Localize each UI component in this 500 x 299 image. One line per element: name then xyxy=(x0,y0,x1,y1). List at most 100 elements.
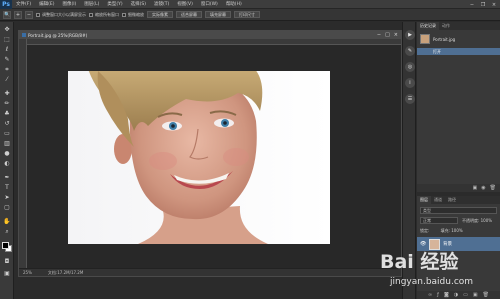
layer-filter-select[interactable]: 类型 xyxy=(420,207,497,214)
dodge-tool-icon[interactable]: ◐ xyxy=(2,160,12,168)
scrubby-zoom-checkbox[interactable]: 细微缩放 xyxy=(122,12,144,18)
actual-pixels-button[interactable]: 实际像素 xyxy=(147,11,173,18)
foreground-color-swatch[interactable] xyxy=(2,242,9,249)
shape-tool-icon[interactable]: ▢ xyxy=(2,204,12,212)
document-title: Portrait.jpg @ 25%(RGB/8#) xyxy=(28,32,88,38)
resize-windows-label: 调整窗口大小以满屏显示 xyxy=(42,11,86,17)
eraser-tool-icon[interactable]: ▭ xyxy=(2,130,12,138)
lock-label: 锁定: xyxy=(420,228,430,233)
checkbox-icon xyxy=(36,12,40,17)
snapshot-name: Portrait.jpg xyxy=(433,36,456,42)
opacity-field[interactable]: 不透明度: 100% xyxy=(462,217,497,224)
history-brush-tool-icon[interactable]: ↺ xyxy=(2,120,12,128)
eyedropper-tool-icon[interactable]: ⁄ xyxy=(2,76,12,84)
zoom-tool-icon[interactable]: 🔍 xyxy=(3,10,11,19)
maximize-icon[interactable]: □ xyxy=(385,32,390,38)
history-panel-tabs: 历史记录 动作 xyxy=(417,22,500,30)
blur-tool-icon[interactable]: ● xyxy=(2,150,12,158)
document-size: 文档:17.2M/17.2M xyxy=(47,269,84,275)
menu-layer[interactable]: 图层(L) xyxy=(80,0,103,9)
watermark-brand: Bai 经验 xyxy=(380,251,459,273)
resize-windows-checkbox[interactable]: 调整窗口大小以满屏显示 xyxy=(36,12,86,18)
info-icon[interactable]: i xyxy=(405,78,415,88)
screen-mode-icon[interactable]: ▣ xyxy=(2,270,12,278)
menu-filter[interactable]: 滤镜(T) xyxy=(150,0,173,9)
menu-bar: Ps 文件(F) 编辑(E) 图像(I) 图层(L) 类型(Y) 选择(S) 滤… xyxy=(0,0,500,9)
lasso-tool-icon[interactable]: ℓ xyxy=(2,46,12,54)
play-icon[interactable]: ▶ xyxy=(405,30,415,40)
vertical-ruler xyxy=(19,39,27,268)
tab-history[interactable]: 历史记录 xyxy=(417,22,439,30)
quick-select-tool-icon[interactable]: ✎ xyxy=(2,56,12,64)
blend-mode-select[interactable]: 正常 xyxy=(420,217,458,224)
move-tool-icon[interactable]: ✥ xyxy=(2,26,12,34)
scrubby-zoom-label: 细微缩放 xyxy=(128,11,144,17)
trash-icon[interactable]: 🗑 xyxy=(490,185,496,191)
menu-image[interactable]: 图像(I) xyxy=(58,0,80,9)
fill-field[interactable]: 填充: 100% xyxy=(441,228,463,233)
menu-window[interactable]: 窗口(W) xyxy=(197,0,222,9)
document-titlebar[interactable]: Portrait.jpg @ 25%(RGB/8#) − □ × xyxy=(19,31,401,39)
menu-help[interactable]: 帮助(H) xyxy=(222,0,246,9)
menu-type[interactable]: 类型(Y) xyxy=(103,0,126,9)
quick-mask-icon[interactable]: ◘ xyxy=(2,258,12,266)
zoom-tool-icon[interactable]: ⌕ xyxy=(2,228,12,236)
portrait-photo[interactable] xyxy=(68,71,330,244)
checkbox-icon xyxy=(89,12,93,17)
fill-screen-button[interactable]: 填充屏幕 xyxy=(205,11,231,18)
document-window-controls: − □ × xyxy=(377,32,398,38)
menu-view[interactable]: 视图(V) xyxy=(173,0,197,9)
close-button[interactable]: × xyxy=(490,2,498,8)
gradient-tool-icon[interactable]: ▥ xyxy=(2,140,12,148)
new-document-icon[interactable]: ▣ xyxy=(473,185,478,191)
healing-brush-tool-icon[interactable]: ✚ xyxy=(2,90,12,98)
snapshot-icon[interactable]: ◉ xyxy=(481,185,485,191)
snapshot-thumbnail xyxy=(420,34,430,44)
portrait-image xyxy=(68,71,330,244)
menu-edit[interactable]: 编辑(E) xyxy=(35,0,58,9)
tools-panel: ✥ ⬚ ℓ ✎ ⌗ ⁄ ✚ ✏ ♣ ↺ ▭ ▥ ● ◐ ✒ T ➤ ▢ ✋ ⌕ … xyxy=(0,22,14,299)
options-bar: 🔍 + − 调整窗口大小以满屏显示 缩放所有窗口 细微缩放 实际像素 适合屏幕 … xyxy=(0,9,500,21)
menu-file[interactable]: 文件(F) xyxy=(12,0,35,9)
photoshop-logo: Ps xyxy=(0,0,12,9)
restore-button[interactable]: ❐ xyxy=(479,2,487,8)
clone-source-icon[interactable]: ◎ xyxy=(405,62,415,72)
document-status-bar: 25% 文档:17.2M/17.2M xyxy=(19,268,401,276)
zoom-all-checkbox[interactable]: 缩放所有窗口 xyxy=(89,12,119,18)
history-step-label: 打开 xyxy=(433,48,441,54)
tab-paths[interactable]: 路径 xyxy=(445,196,459,204)
zoom-level[interactable]: 25% xyxy=(23,270,32,275)
path-select-tool-icon[interactable]: ➤ xyxy=(2,194,12,202)
window-controls: − ❐ × xyxy=(468,0,498,9)
brush-tool-icon[interactable]: ✏ xyxy=(2,100,12,108)
tab-channels[interactable]: 通道 xyxy=(431,196,445,204)
close-icon[interactable]: × xyxy=(394,32,398,38)
type-tool-icon[interactable]: T xyxy=(2,184,12,192)
adjustments-icon[interactable]: ☰ xyxy=(405,94,415,104)
pen-tool-icon[interactable]: ✒ xyxy=(2,174,12,182)
baidu-watermark: Bai 经验 jingyan.baidu.com xyxy=(380,247,498,297)
zoom-all-label: 缩放所有窗口 xyxy=(95,11,119,17)
hand-tool-icon[interactable]: ✋ xyxy=(2,218,12,226)
tab-actions[interactable]: 动作 xyxy=(439,22,453,30)
horizontal-ruler xyxy=(27,39,401,45)
crop-tool-icon[interactable]: ⌗ xyxy=(2,66,12,74)
lock-row: 锁定: 填充: 100% xyxy=(420,227,497,234)
brush-preset-icon[interactable]: ✎ xyxy=(405,46,415,56)
minimize-icon[interactable]: − xyxy=(377,32,381,38)
zoom-in-icon[interactable]: + xyxy=(14,10,22,19)
checkbox-icon xyxy=(122,12,126,17)
fit-screen-button[interactable]: 适合屏幕 xyxy=(176,11,202,18)
history-step[interactable]: 打开 xyxy=(417,48,500,55)
history-panel: 历史记录 动作 Portrait.jpg 打开 ▣ ◉ 🗑 xyxy=(417,22,500,192)
print-size-button[interactable]: 打印尺寸 xyxy=(234,11,260,18)
history-footer: ▣ ◉ 🗑 xyxy=(417,184,500,192)
tab-layers[interactable]: 图层 xyxy=(417,196,431,204)
menu-select[interactable]: 选择(S) xyxy=(127,0,150,9)
history-snapshot[interactable]: Portrait.jpg xyxy=(420,33,498,45)
clone-stamp-tool-icon[interactable]: ♣ xyxy=(2,110,12,118)
layers-panel-tabs: 图层 通道 路径 xyxy=(417,196,500,204)
minimize-button[interactable]: − xyxy=(468,2,476,8)
zoom-out-icon[interactable]: − xyxy=(25,10,33,19)
marquee-tool-icon[interactable]: ⬚ xyxy=(2,36,12,44)
